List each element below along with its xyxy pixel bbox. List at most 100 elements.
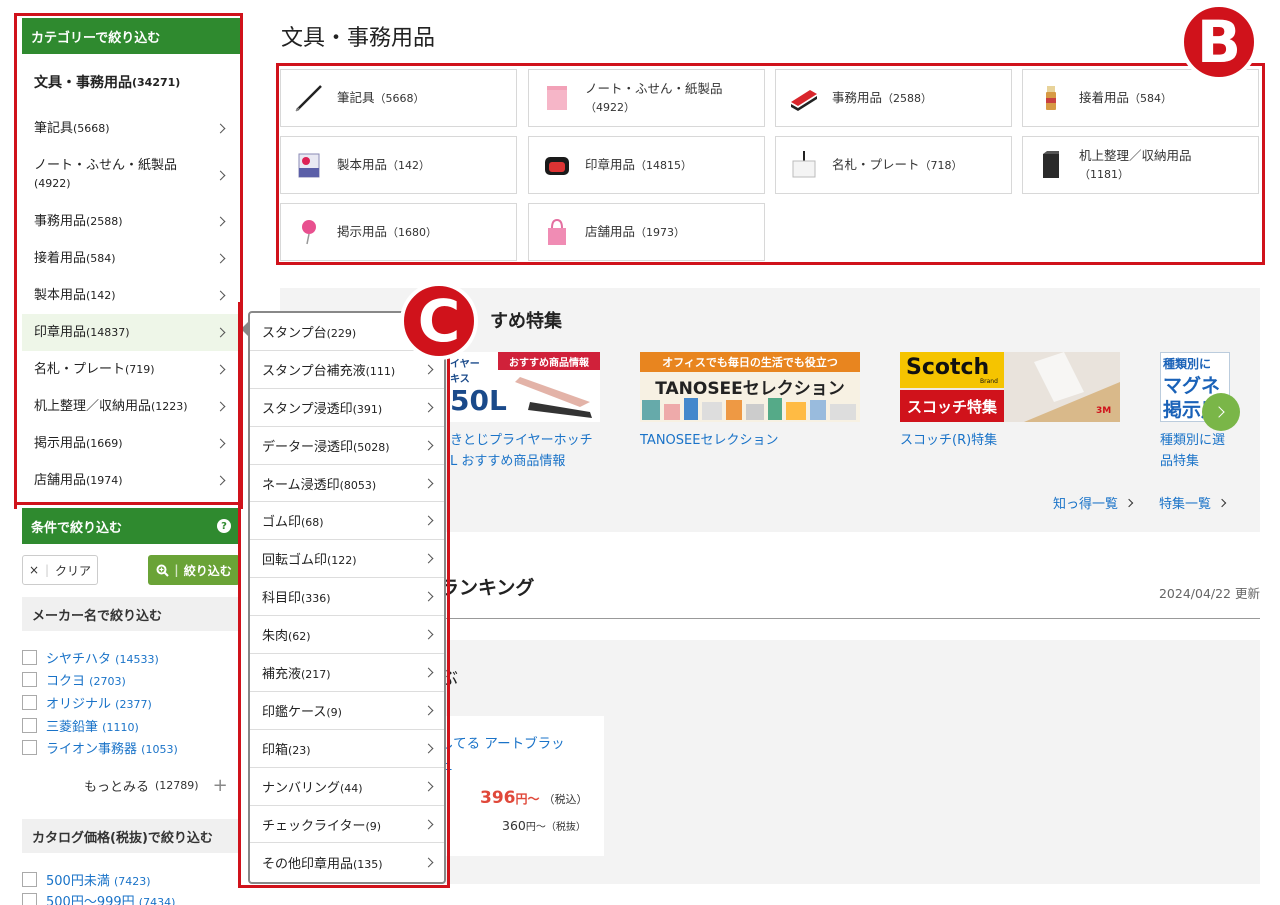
maker-option[interactable]: コクヨ (2703) [22,669,126,689]
feature-caption[interactable]: スコッチ(R)特集 [900,430,997,451]
category-root[interactable]: 文具・事務用品 (34271) [22,54,240,110]
help-icon[interactable]: ? [217,519,231,533]
annotation-badge-b: B [1180,3,1258,81]
feature-banner-plier-stapler[interactable]: おすすめ商品情報 イヤー キス 50L [450,352,600,422]
subcategory-item[interactable]: 印鑑ケース(9) [250,692,444,730]
subcategory-item[interactable]: スタンプ台補充液(111) [250,351,444,389]
chevron-right-icon [215,253,226,264]
category-tile[interactable]: 筆記具（5668） [280,69,517,127]
subcategory-item[interactable]: データー浸透印(5028) [250,427,444,465]
feature-caption[interactable]: 種類別に選 品特集 [1160,430,1225,472]
sidebar-item-stamps[interactable]: 印章用品(14837) [22,314,240,351]
plus-icon: + [212,775,228,796]
subcategory-item[interactable]: ゴム印(68) [250,502,444,541]
clear-label: クリア [55,563,92,578]
sidebar-item-adhesive[interactable]: 接着用品(584) [22,240,240,277]
product-name-line: してる アートブラッ [440,736,565,752]
maker-count: (14533) [115,652,159,666]
tips-list-link[interactable]: 知っ得一覧 [1053,493,1136,512]
checkbox[interactable] [22,717,37,733]
stapler-icon [791,90,817,111]
subcategory-item[interactable]: チェックライター(9) [250,806,444,844]
sidebar-item-store[interactable]: 店舗用品(1974) [22,462,240,499]
sidebar-item-notebooks[interactable]: ノート・ふせん・紙製品 (4922) [22,147,240,203]
subcategory-item[interactable]: スタンプ浸透印(391) [250,389,444,427]
sidebar-item-office[interactable]: 事務用品(2588) [22,203,240,240]
category-tile[interactable]: 店舗用品（1973） [528,203,765,261]
price-option[interactable]: 500円未満 (7423) [22,869,151,889]
feature-caption[interactable]: きとじプライヤーホッチ L おすすめ商品情報 [450,430,593,472]
tile-count: （584） [1129,91,1173,105]
features-list-link[interactable]: 特集一覧 [1159,493,1229,512]
filter-button[interactable]: | 絞り込む [148,555,240,585]
stamp-pad-icon [545,157,569,175]
subcategory-label: チェックライター [262,818,366,834]
category-tile[interactable]: 掲示用品（1680） [280,203,517,261]
tile-label: 机上整理／収納用品 [1079,147,1192,163]
search-icon [156,564,170,577]
sidebar-item-label: 接着用品 [34,250,87,266]
show-more-makers[interactable]: もっとみる (12789) + [84,775,228,796]
carousel-next-button[interactable] [1202,393,1240,431]
subcategory-item[interactable]: 科目印(336) [250,578,444,617]
feature-banner-tanosee[interactable]: オフィスでも毎日の生活でも役立つ TANOSEEセレクション [640,352,860,422]
category-tile[interactable]: 事務用品（2588） [775,69,1012,127]
sidebar-item-writing[interactable]: 筆記具(5668) [22,110,240,147]
subcategory-count: (8053) [339,478,377,492]
checkbox[interactable] [22,671,37,687]
maker-option[interactable]: オリジナル (2377) [22,692,152,712]
maker-option[interactable]: 三菱鉛筆 (1110) [22,715,139,735]
checkbox[interactable] [22,892,37,905]
sidebar-item-binding[interactable]: 製本用品(142) [22,277,240,314]
subcategory-label: スタンプ台補充液 [262,363,366,379]
maker-name: オリジナル [46,696,112,712]
sidebar-item-count: (5668) [73,121,110,135]
category-tile[interactable]: 机上整理／収納用品 （1181） [1022,136,1259,194]
feature-banner-scotch[interactable]: Scotch Brand スコッチ特集 3M [900,352,1120,422]
chevron-right-icon [423,743,434,754]
maker-option[interactable]: シヤチハタ (14533) [22,647,159,667]
tile-label: 印章用品 [585,156,636,172]
subcategory-item[interactable]: 朱肉(62) [250,616,444,655]
sidebar-item-nameplates[interactable]: 名札・プレート(719) [22,351,240,388]
price-option[interactable]: 500円〜999円 (7434) [22,890,175,905]
subcategory-flyout: スタンプ台(229) スタンプ台補充液(111) スタンプ浸透印(391) デー… [241,311,446,884]
category-tile[interactable]: ノート・ふせん・紙製品 （4922） [528,69,765,127]
clear-button[interactable]: × | クリア [22,555,98,585]
subcategory-item[interactable]: 回転ゴム印(122) [250,540,444,579]
sidebar-item-display[interactable]: 掲示用品(1669) [22,425,240,462]
category-tile[interactable]: 製本用品（142） [280,136,517,194]
subcategory-item[interactable]: 印箱(23) [250,730,444,768]
checkbox[interactable] [22,739,37,755]
sidebar-item-label: 掲示用品 [34,435,87,451]
tile-count: （1973） [635,225,686,239]
subcategory-item[interactable]: その他印章用品(135) [250,843,444,881]
subcategory-item[interactable]: ナンバリング(44) [250,768,444,806]
maker-count: (2703) [89,674,126,688]
sidebar-item-count: (2588) [86,214,123,228]
checkbox[interactable] [22,649,37,665]
maker-option[interactable]: ライオン事務器 (1053) [22,737,178,757]
tile-count: （1181） [1079,167,1129,181]
chevron-right-icon [1217,498,1227,507]
chevron-right-icon [1213,406,1225,418]
checkbox[interactable] [22,694,37,710]
checkbox[interactable] [22,871,37,887]
category-header: カテゴリーで絞り込む [22,18,240,54]
feature-caption[interactable]: TANOSEEセレクション [640,430,778,451]
chevron-right-icon [423,781,434,792]
subcategory-count: (68) [301,516,324,530]
caption-line: きとじプライヤーホッチ [450,433,593,448]
category-tile[interactable]: 印章用品（14815） [528,136,765,194]
tile-count: （5668） [374,91,425,105]
chevron-right-icon [423,705,434,716]
subcategory-label: 科目印 [262,591,302,607]
subcategory-item[interactable]: ネーム浸透印(8053) [250,465,444,503]
maker-count: (2377) [115,697,152,711]
category-tile[interactable]: 名札・プレート（718） [775,136,1012,194]
sidebar-item-label: 店舗用品 [34,472,87,488]
subcategory-item[interactable]: 補充液(217) [250,654,444,692]
sidebar-item-desk-storage[interactable]: 机上整理／収納用品(1223) [22,388,240,425]
price-count: (7434) [138,895,176,905]
product-name[interactable]: してる アートブラッュ [440,733,600,777]
